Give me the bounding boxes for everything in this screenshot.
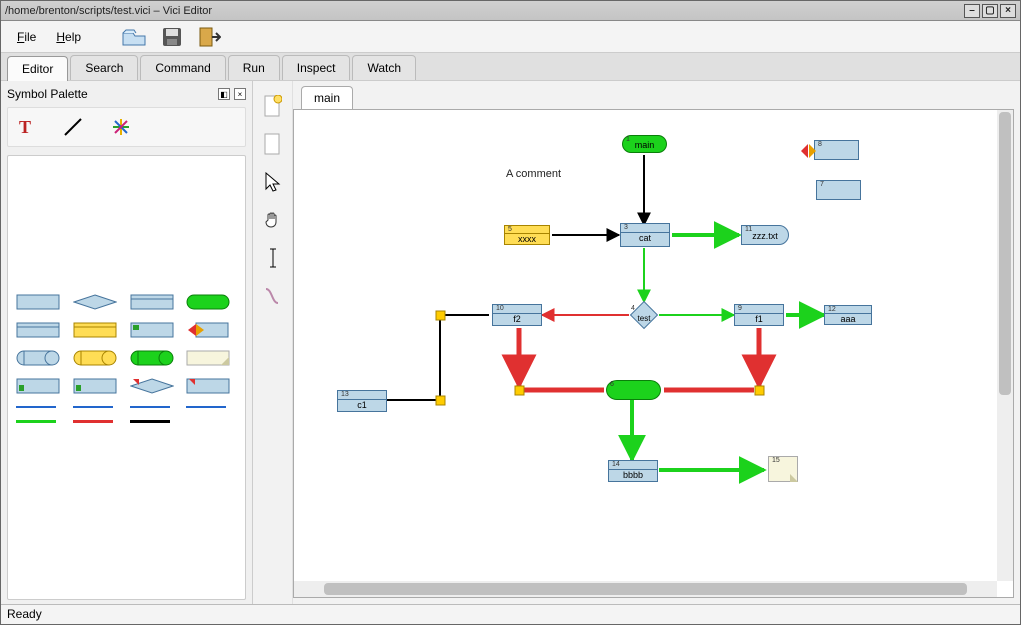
palette-tool-row: T <box>7 107 246 147</box>
titlebar: /home/brenton/scripts/test.vici – Vici E… <box>1 1 1020 21</box>
star-tool-icon[interactable] <box>110 116 132 138</box>
line-green[interactable] <box>16 420 56 423</box>
node-extra1[interactable]: 8 <box>814 140 859 160</box>
exit-icon[interactable] <box>197 26 223 48</box>
shape-rect2[interactable] <box>130 294 174 310</box>
node-note[interactable]: 15 <box>768 456 798 482</box>
pointer-tool-icon[interactable] <box>262 171 284 193</box>
shape-rect-arrows[interactable] <box>186 322 230 338</box>
line-blue3[interactable] <box>130 406 170 408</box>
tab-inspect[interactable]: Inspect <box>282 55 351 80</box>
shape-rect-lock1[interactable] <box>16 378 60 394</box>
shape-rect3[interactable] <box>16 322 60 338</box>
node-cylinder[interactable]: 6 <box>606 380 661 400</box>
node-extra2[interactable]: 7 <box>816 180 861 200</box>
line-black[interactable] <box>130 420 170 423</box>
node-c1[interactable]: 13c1 <box>337 390 387 412</box>
side-toolbar <box>253 81 293 604</box>
node-zzz[interactable]: 11zzz.txt <box>741 225 789 245</box>
shapes-list <box>7 155 246 600</box>
shape-cyl-blue[interactable] <box>16 350 60 366</box>
tab-run[interactable]: Run <box>228 55 280 80</box>
shape-rect-yellow[interactable] <box>73 322 117 338</box>
node-main[interactable]: 1main <box>622 135 667 153</box>
editor-main: main <box>253 81 1020 604</box>
shape-cyl-yellow[interactable] <box>73 350 117 366</box>
palette-close-button[interactable]: × <box>234 88 246 100</box>
text-cursor-icon[interactable] <box>262 247 284 269</box>
shape-rect-flag[interactable] <box>186 378 230 394</box>
workarea: Symbol Palette ◧ × T <box>1 81 1020 604</box>
save-icon[interactable] <box>159 26 185 48</box>
node-xxxx[interactable]: 5xxxx <box>504 225 550 245</box>
canvas-tab-main[interactable]: main <box>301 86 353 109</box>
minimize-button[interactable]: – <box>964 4 980 18</box>
open-icon[interactable] <box>121 26 147 48</box>
node-cat[interactable]: 3cat <box>620 223 670 247</box>
node-f1[interactable]: 9f1 <box>734 304 784 326</box>
flowchart-canvas[interactable]: A comment 1main 5xxxx 3cat 11zzz.txt 4te… <box>294 110 997 581</box>
text-tool-icon[interactable]: T <box>14 116 36 138</box>
shape-note[interactable] <box>186 350 230 366</box>
shape-rect-tag[interactable] <box>130 322 174 338</box>
node-bbbb[interactable]: 14bbbb <box>608 460 658 482</box>
window-title: /home/brenton/scripts/test.vici – Vici E… <box>5 5 964 17</box>
palette-title: Symbol Palette <box>7 87 88 101</box>
new-page-icon[interactable] <box>262 95 284 117</box>
selector-icon[interactable] <box>262 285 284 307</box>
canvas-comment[interactable]: A comment <box>506 168 561 180</box>
canvas-viewport: A comment 1main 5xxxx 3cat 11zzz.txt 4te… <box>293 109 1014 598</box>
status-text: Ready <box>7 607 42 621</box>
shape-diamond-flag[interactable] <box>130 378 174 394</box>
menu-help[interactable]: Help <box>48 26 89 48</box>
shape-cyl-green[interactable] <box>130 350 174 366</box>
shape-rect[interactable] <box>16 294 60 310</box>
shape-rect-lock2[interactable] <box>73 378 117 394</box>
line-blue2[interactable] <box>73 406 113 408</box>
line-blue4[interactable] <box>186 406 226 408</box>
main-tabstrip: Editor Search Command Run Inspect Watch <box>1 53 1020 81</box>
status-bar: Ready <box>1 604 1020 624</box>
menubar: File Help <box>1 21 1020 53</box>
symbol-palette: Symbol Palette ◧ × T <box>1 81 253 604</box>
node-f2[interactable]: 10f2 <box>492 304 542 326</box>
line-blue[interactable] <box>16 406 56 408</box>
shape-pill[interactable] <box>186 294 230 310</box>
line-red[interactable] <box>73 420 113 423</box>
maximize-button[interactable]: ▢ <box>982 4 998 18</box>
line-tool-icon[interactable] <box>62 116 84 138</box>
page-icon[interactable] <box>262 133 284 155</box>
close-button[interactable]: × <box>1000 4 1016 18</box>
palette-undock-button[interactable]: ◧ <box>218 88 230 100</box>
tab-watch[interactable]: Watch <box>352 55 416 80</box>
menu-file[interactable]: File <box>9 26 44 48</box>
horizontal-scrollbar[interactable] <box>294 581 997 597</box>
tab-command[interactable]: Command <box>140 55 225 80</box>
shape-diamond[interactable] <box>73 294 117 310</box>
node-aaa[interactable]: 12aaa <box>824 305 872 325</box>
hand-tool-icon[interactable] <box>262 209 284 231</box>
tab-search[interactable]: Search <box>70 55 138 80</box>
vertical-scrollbar[interactable] <box>997 110 1013 581</box>
tab-editor[interactable]: Editor <box>7 56 68 81</box>
